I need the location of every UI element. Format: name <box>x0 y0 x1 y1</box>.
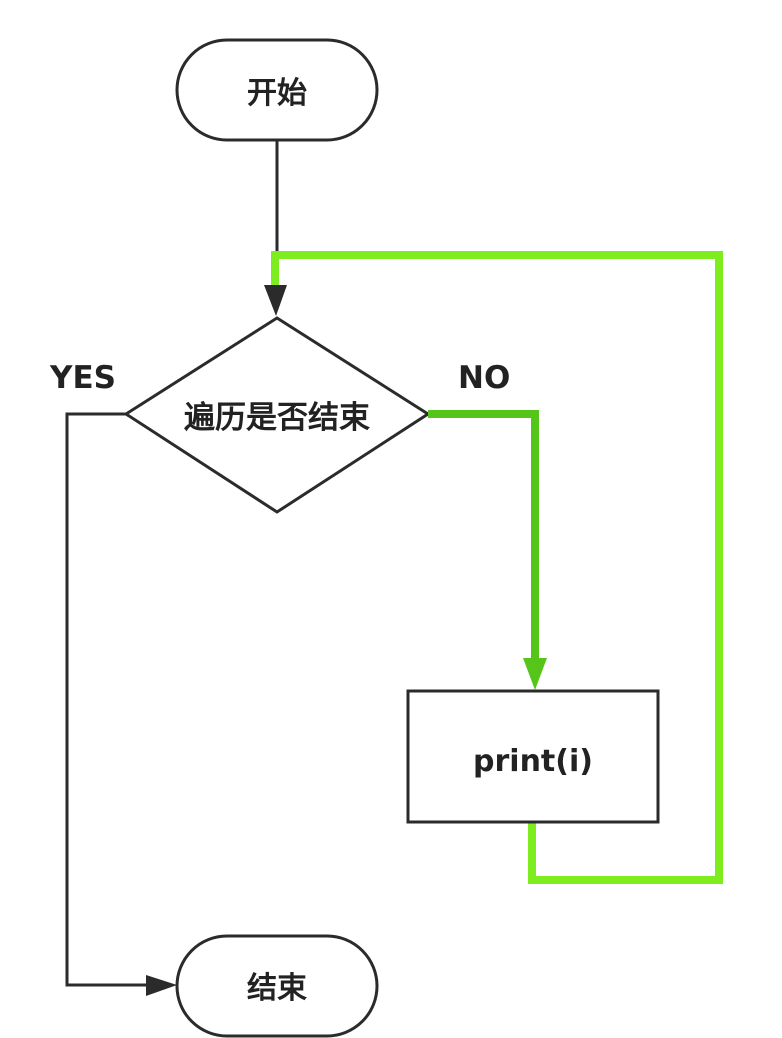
flowchart-diagram: 开始 遍历是否结束 YES NO print(i) 结束 <box>49 38 723 1038</box>
no-branch-connector <box>428 410 539 660</box>
process-label: print(i) <box>473 744 593 779</box>
start-label: 开始 <box>247 76 307 111</box>
no-branch-arrowhead <box>523 658 547 690</box>
end-label: 结束 <box>247 971 307 1006</box>
no-branch-label: NO <box>458 360 510 396</box>
yes-branch-arrowhead <box>146 975 177 996</box>
decision-label: 遍历是否结束 <box>184 400 370 436</box>
yes-branch-connector <box>65 412 148 987</box>
yes-branch-label: YES <box>49 360 116 396</box>
loop-back-arrowhead <box>264 285 287 316</box>
